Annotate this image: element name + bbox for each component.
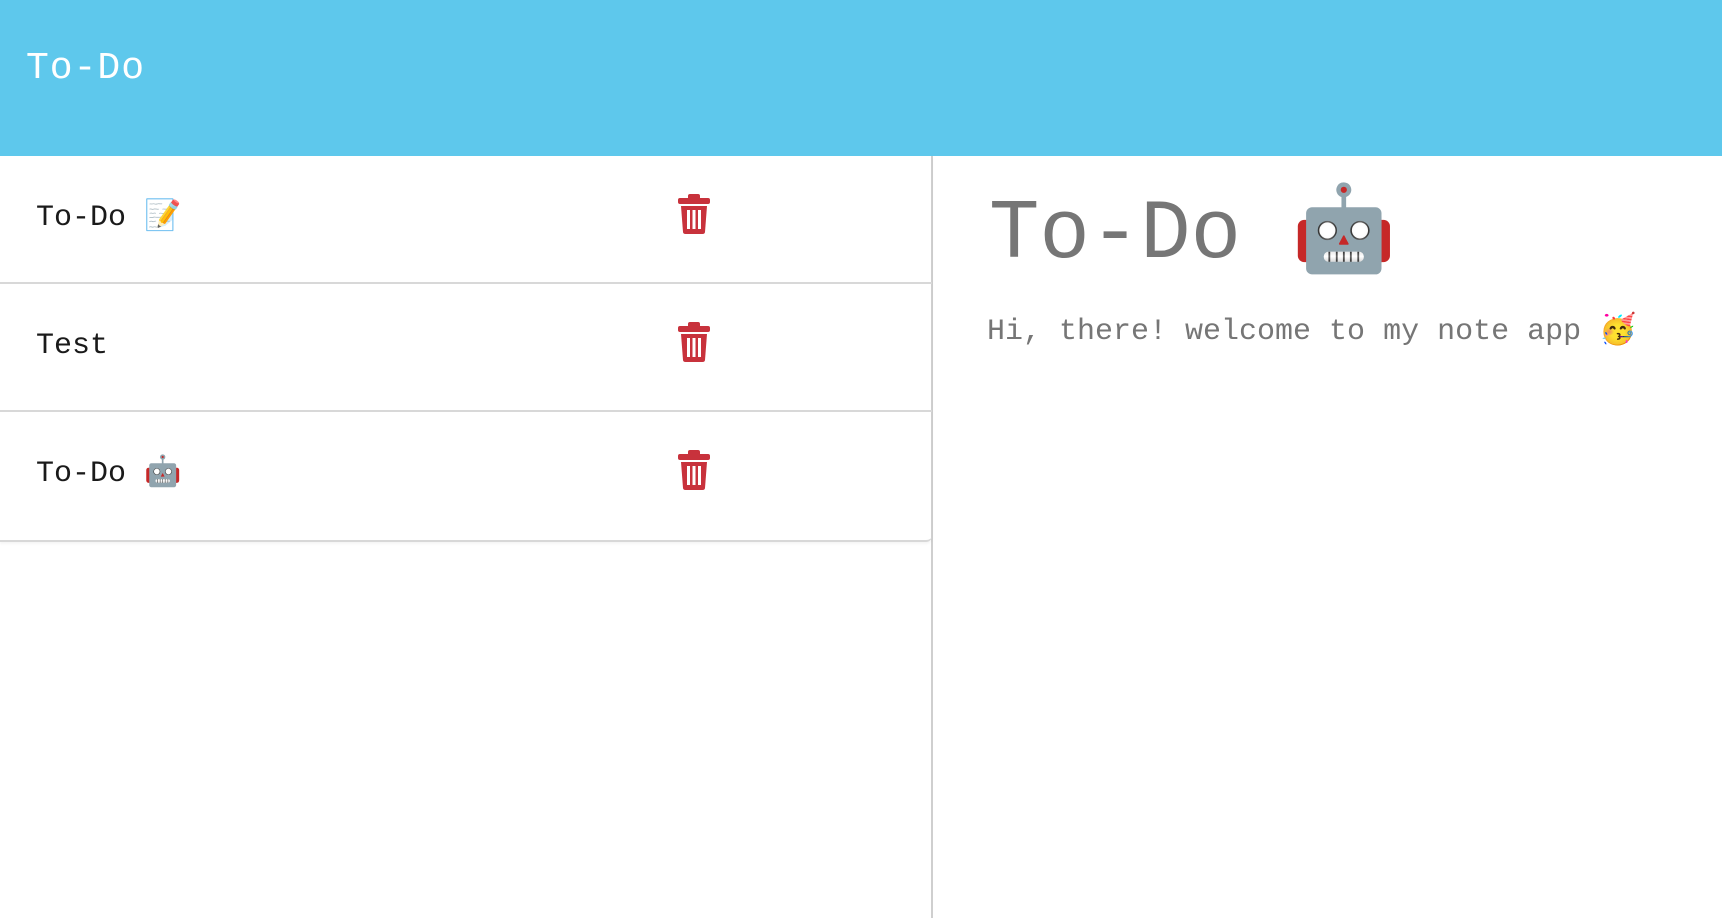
note-detail: To-Do 🤖 Hi, there! welcome to my note ap… (935, 156, 1722, 918)
note-list-item[interactable]: Test (0, 284, 932, 412)
trash-icon (678, 322, 710, 362)
note-detail-title: To-Do 🤖 (989, 188, 1397, 283)
note-sidebar: To-Do 📝 Test To-Do 🤖 (0, 156, 933, 918)
delete-note-button[interactable] (676, 450, 712, 490)
delete-note-button[interactable] (676, 322, 712, 362)
note-list-item[interactable]: To-Do 🤖 (0, 412, 932, 540)
note-list: To-Do 📝 Test To-Do 🤖 (0, 156, 932, 542)
trash-icon (678, 194, 710, 234)
note-list-item[interactable]: To-Do 📝 (0, 156, 932, 284)
app-header: To-Do (0, 0, 1722, 156)
app-title: To-Do (26, 47, 146, 90)
note-title: To-Do 📝 (36, 201, 182, 235)
note-detail-body: Hi, there! welcome to my note app 🥳 (987, 315, 1637, 349)
note-title: Test (36, 329, 109, 363)
trash-icon (678, 450, 710, 490)
note-title: To-Do 🤖 (36, 457, 182, 491)
delete-note-button[interactable] (676, 194, 712, 234)
